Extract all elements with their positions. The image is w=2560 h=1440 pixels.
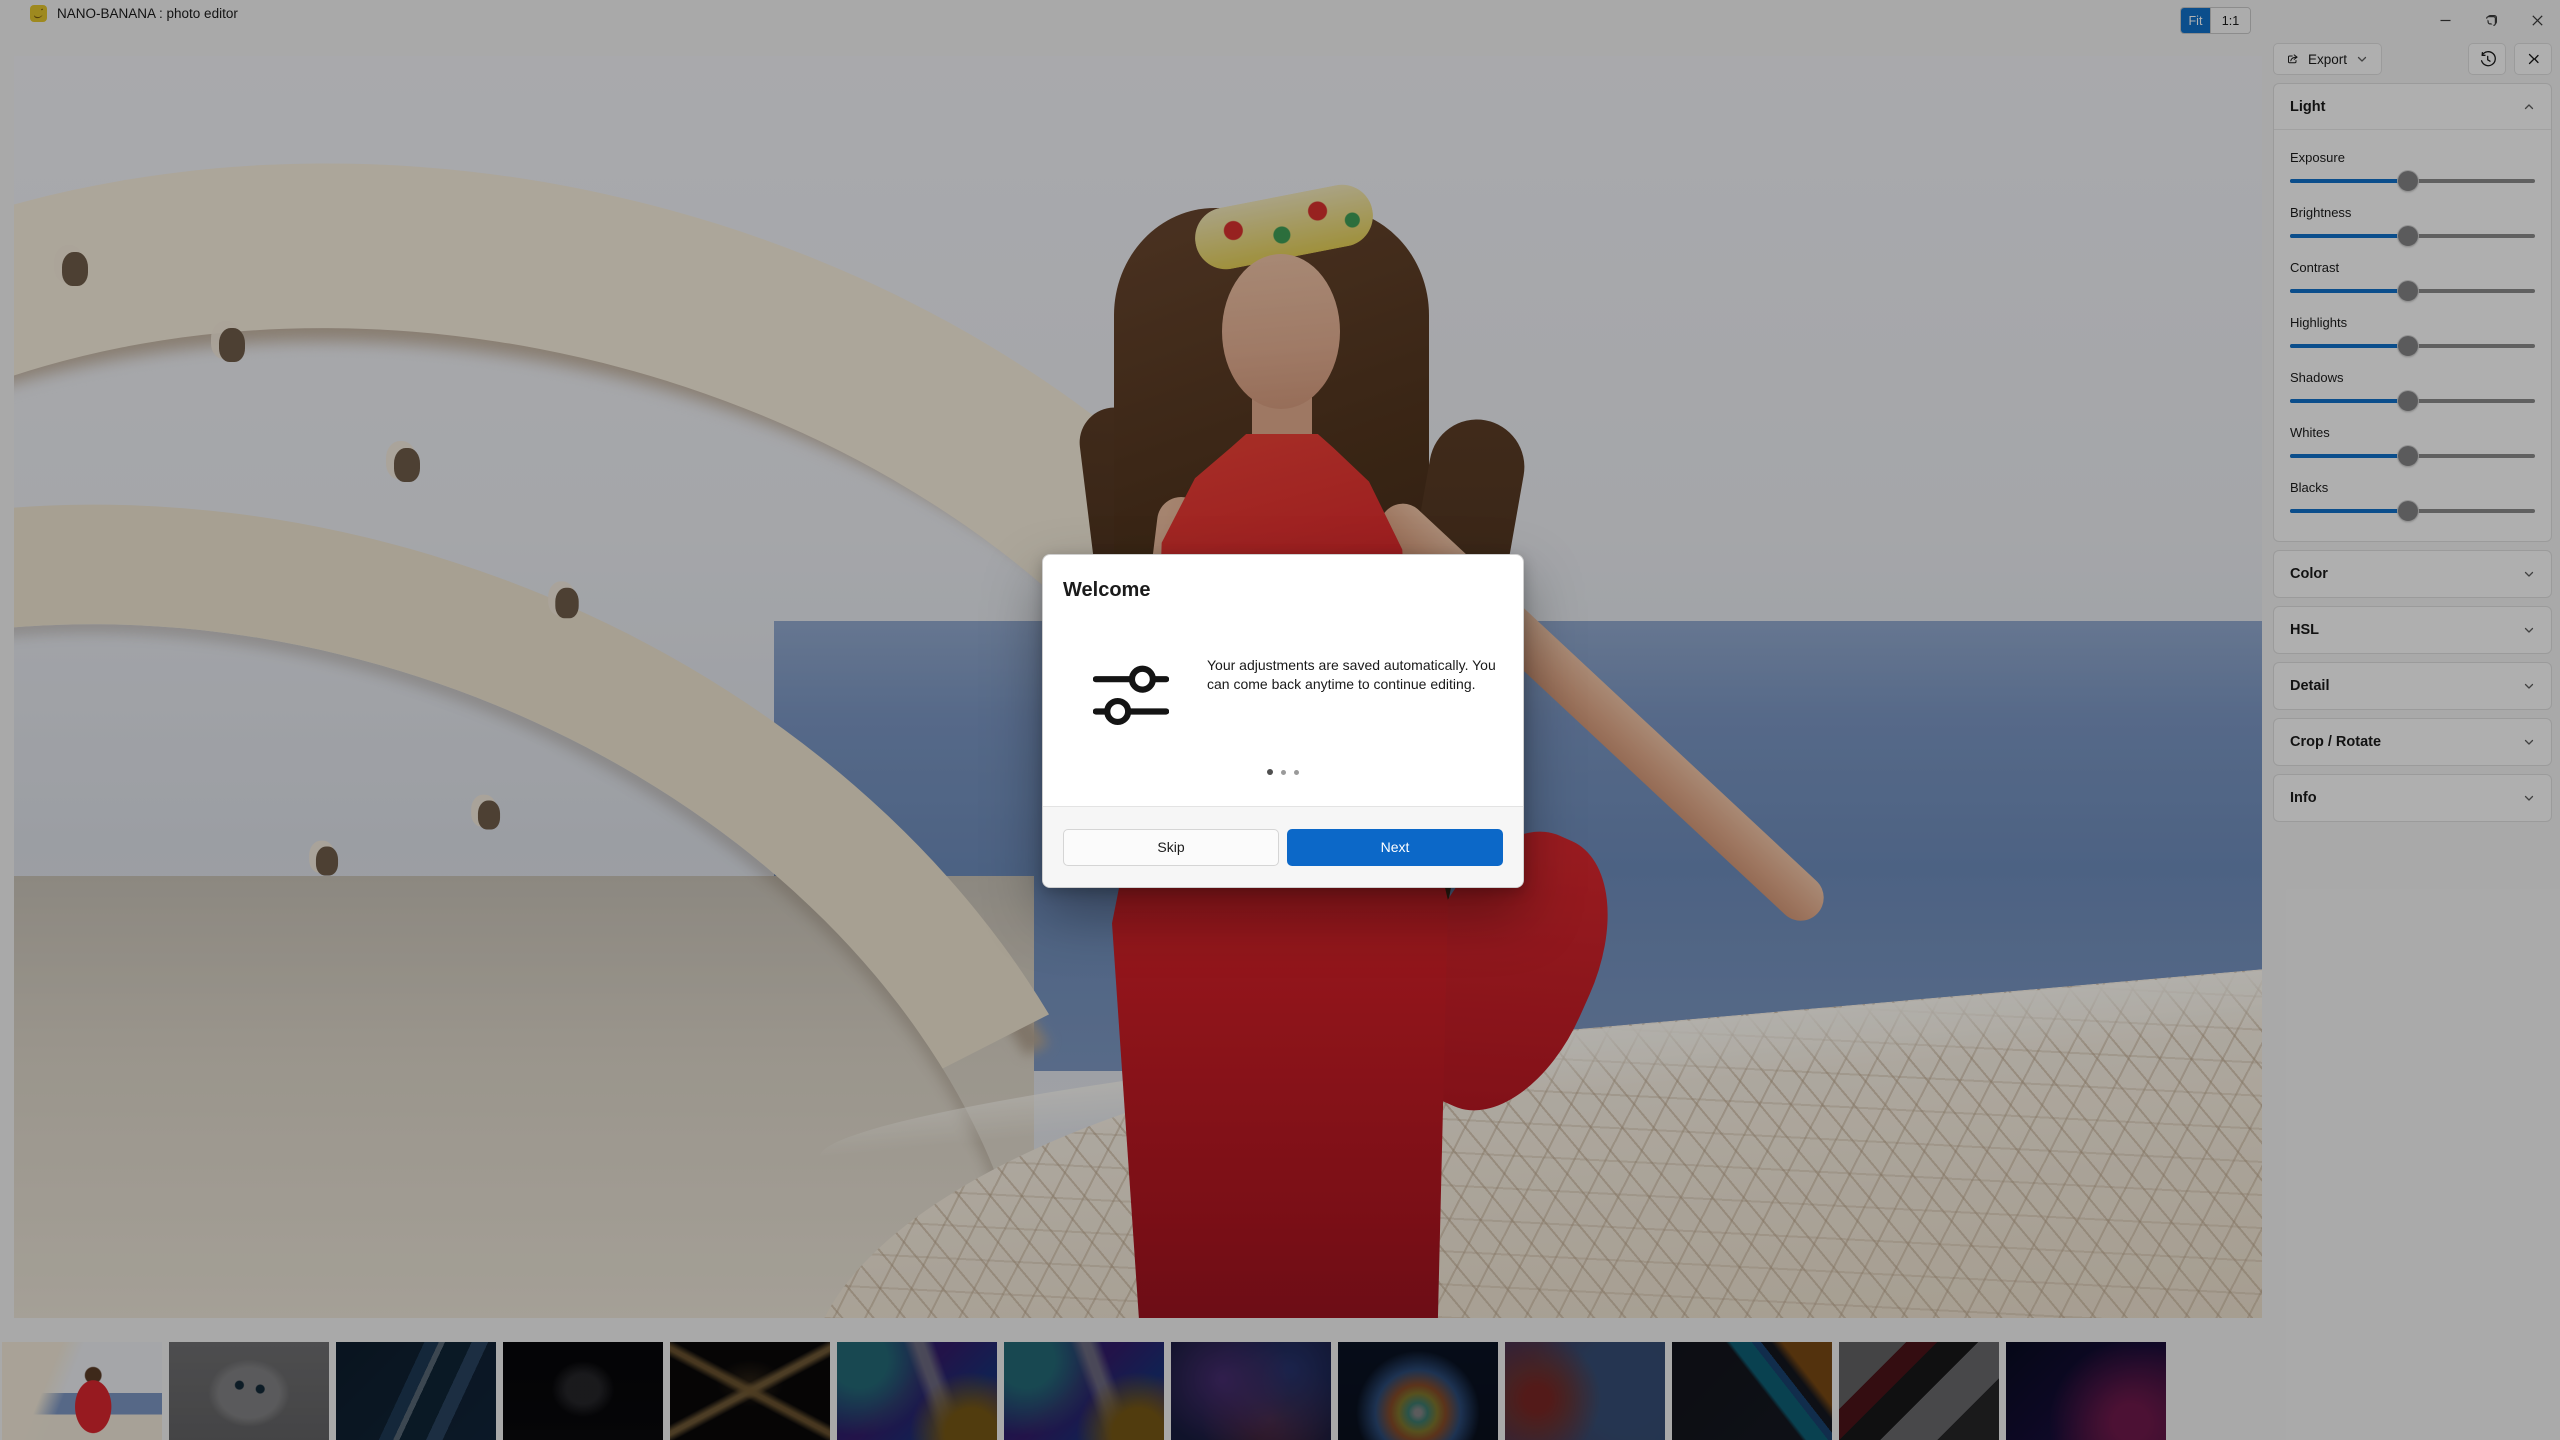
welcome-dialog-message: Your adjustments are saved automatically… [1207,656,1503,694]
skip-button[interactable]: Skip [1063,829,1279,866]
page-dot-1[interactable] [1267,769,1273,775]
next-button[interactable]: Next [1287,829,1503,866]
welcome-dialog-title: Welcome [1063,579,1503,602]
page-dot-2[interactable] [1281,770,1286,775]
welcome-dialog-body: Welcome Your adjustments are saved autom… [1043,555,1523,806]
page-indicator-dots [1043,769,1523,775]
welcome-dialog: Welcome Your adjustments are saved autom… [1042,554,1524,888]
adjustment-sliders-icon [1093,664,1169,727]
page-dot-3[interactable] [1294,770,1299,775]
welcome-dialog-footer: Skip Next [1043,806,1523,887]
